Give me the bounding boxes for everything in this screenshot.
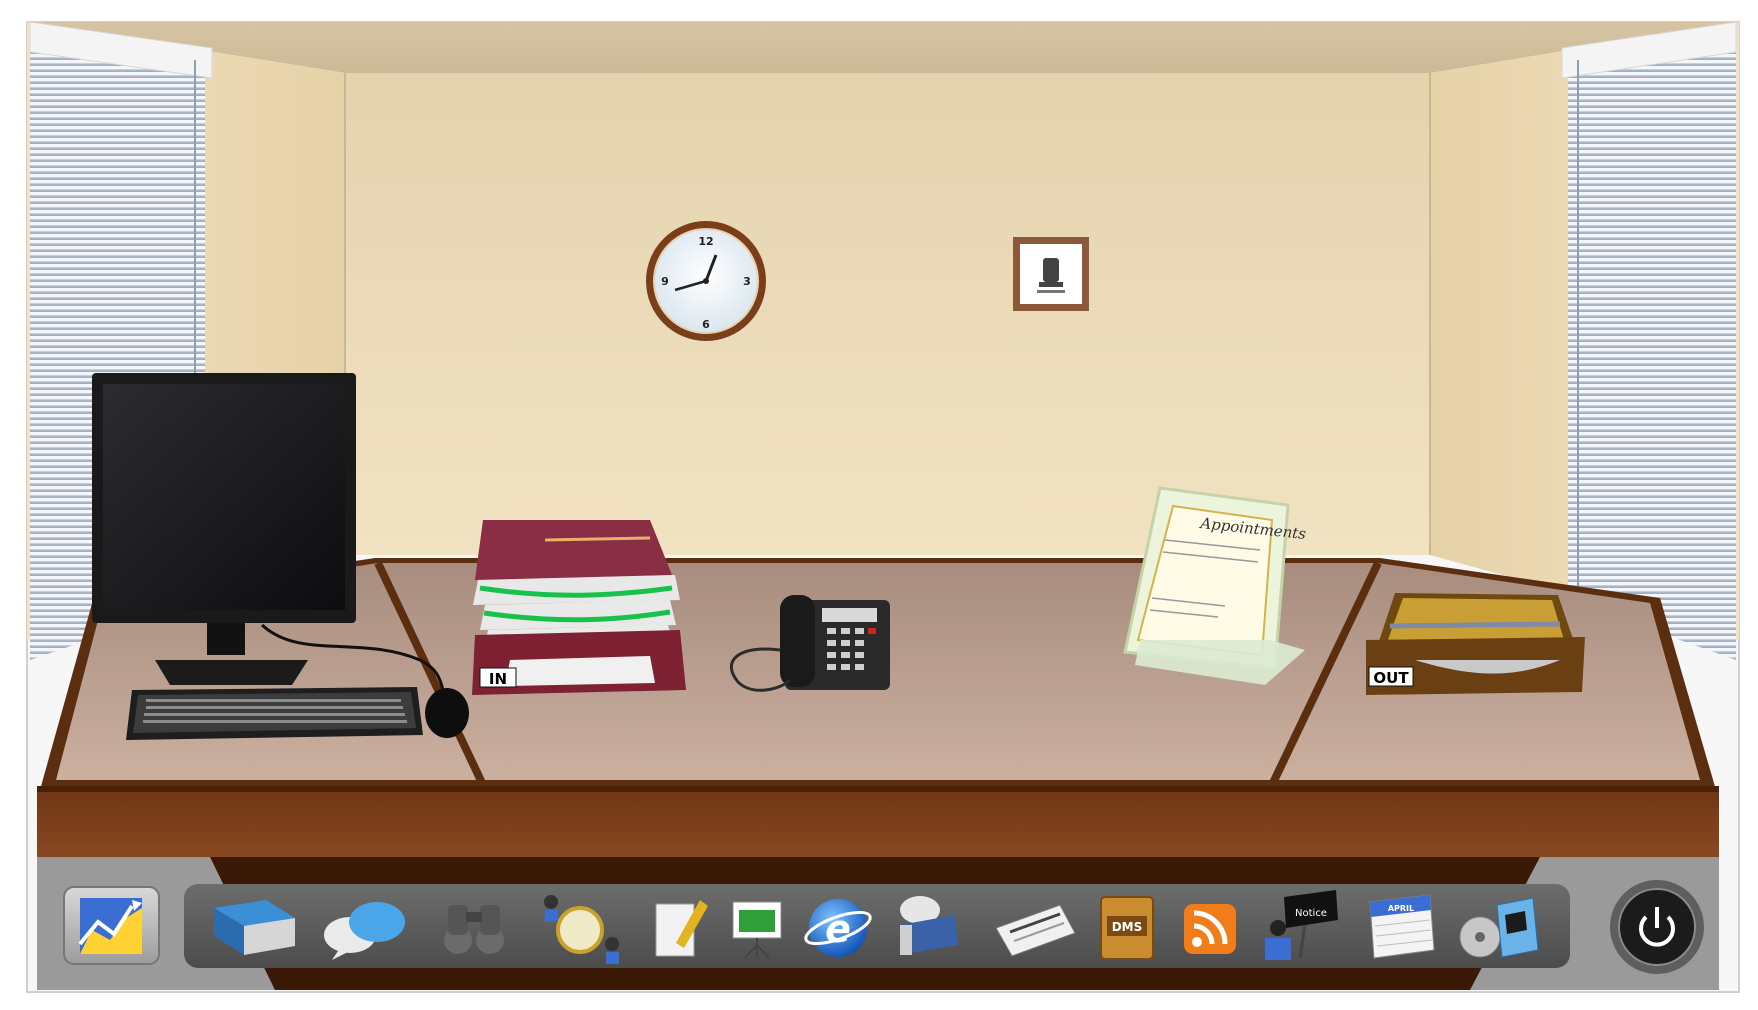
chart-icon [78, 898, 142, 954]
clock-numeral-3: 3 [743, 275, 751, 288]
rss-feed-icon [1184, 904, 1236, 954]
dms-folder-icon: DMS [1100, 896, 1154, 960]
dock-item-rss[interactable] [1184, 904, 1236, 954]
back-wall [345, 73, 1430, 555]
appointments-board[interactable]: Appointments [1123, 486, 1307, 685]
dock-item-calendar[interactable]: APRIL [1369, 894, 1435, 959]
right-window-blinds [1561, 21, 1737, 660]
dms-label: DMS [1112, 920, 1143, 934]
in-tray[interactable]: IN [472, 520, 686, 695]
keyboard[interactable] [126, 687, 423, 740]
calendar-label: APRIL [1388, 904, 1414, 913]
wall-frame [1013, 237, 1089, 311]
dock-item-dms[interactable]: DMS [1100, 896, 1154, 960]
notice-label: Notice [1295, 908, 1327, 919]
power-button[interactable] [1610, 880, 1704, 974]
wall-clock[interactable]: 12 3 6 9 [646, 221, 766, 341]
in-tray-label: IN [489, 670, 507, 688]
out-tray[interactable]: OUT [1366, 593, 1585, 695]
clock-numeral-9: 9 [661, 275, 669, 288]
analytics-button[interactable] [63, 886, 160, 965]
clock-numeral-12: 12 [698, 235, 713, 248]
calendar-icon: APRIL [1369, 894, 1435, 959]
office-scene: 12 3 6 9 IN Appointments OUT e DMS Notic… [0, 0, 1758, 1010]
computer-mouse[interactable] [425, 688, 469, 738]
out-tray-label: OUT [1373, 669, 1409, 687]
clock-numeral-6: 6 [702, 318, 710, 331]
